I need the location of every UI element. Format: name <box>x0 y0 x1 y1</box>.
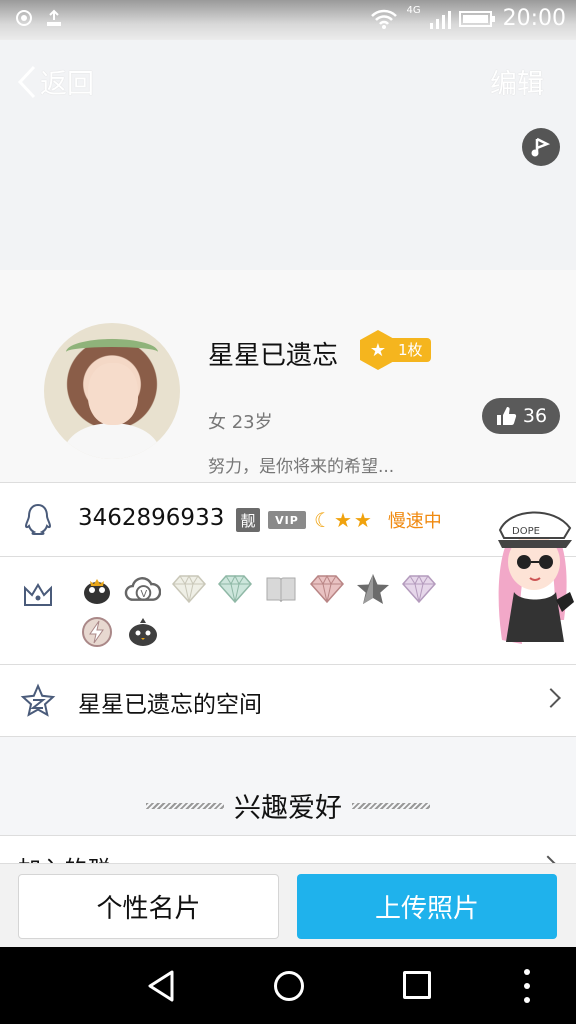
white-diamond-badge-icon[interactable] <box>170 571 207 606</box>
badge-grid: V <box>78 571 458 649</box>
chevron-left-icon <box>17 65 36 98</box>
clock: 20:00 <box>502 6 566 31</box>
qq-badges: 靓 VIP ☾ ★ ★ 慢速中 <box>236 507 442 533</box>
pretty-number-badge: 靓 <box>236 508 260 532</box>
music-button[interactable] <box>522 128 560 166</box>
edit-button[interactable]: 编辑 <box>490 62 544 101</box>
camera-notification-icon <box>16 10 32 26</box>
battery-icon <box>458 10 495 27</box>
signature-text[interactable]: 努力，是你将来的希望... <box>208 452 394 477</box>
medal-count: 1枚 <box>392 338 431 362</box>
like-count: 36 <box>522 405 548 427</box>
gender-age: 女 23岁 <box>208 412 273 433</box>
qq-number: 3462896933 <box>78 505 225 531</box>
profile-section: 星星已遗忘 ★ 1枚 女 23岁 努力，是你将来的希望... 36 <box>0 270 576 482</box>
network-type: 4G <box>406 5 421 16</box>
level-icons: ☾ ★ ★ <box>314 508 372 532</box>
like-button[interactable]: 36 <box>482 398 560 434</box>
medal-badge[interactable]: ★ 1枚 <box>360 330 431 370</box>
interests-heading: 兴趣爱好 <box>0 786 576 825</box>
thumbs-up-icon <box>496 407 517 425</box>
penguin-crown-badge-icon[interactable] <box>78 571 115 606</box>
star-icon: ★ <box>333 508 352 532</box>
lightning-badge-icon[interactable] <box>78 614 115 649</box>
nav-recents-icon[interactable] <box>403 971 431 999</box>
action-bar: 个性名片 上传照片 <box>0 863 576 947</box>
system-nav-bar <box>0 947 576 1024</box>
cartoon-girl-sticker: DOPE <box>498 511 574 644</box>
upload-photo-button[interactable]: 上传照片 <box>297 874 557 939</box>
avatar[interactable] <box>44 323 180 459</box>
speed-status: 慢速中 <box>387 511 442 532</box>
penguin-icon <box>24 503 52 535</box>
joined-groups-row[interactable]: 加入的群 <box>0 835 576 865</box>
star-medal-icon: ★ <box>360 330 396 370</box>
back-button[interactable]: 返回 <box>16 62 94 101</box>
status-right: 4G 20:00 <box>370 5 566 31</box>
svg-text:V: V <box>141 588 148 599</box>
nickname: 星星已遗忘 <box>208 341 339 371</box>
status-left-icons <box>14 8 64 28</box>
signal-icon <box>429 10 451 29</box>
red-diamond-badge-icon[interactable] <box>308 571 345 606</box>
business-card-button[interactable]: 个性名片 <box>18 874 279 939</box>
bird-badge-icon[interactable] <box>124 614 161 649</box>
vip-badge: VIP <box>268 511 306 529</box>
music-note-icon <box>531 137 551 157</box>
status-bar: 4G 20:00 <box>0 0 576 40</box>
star-badge-icon[interactable] <box>354 571 391 606</box>
decorative-hatch <box>146 802 224 809</box>
upload-notification-icon <box>47 9 61 26</box>
interests-title: 兴趣爱好 <box>234 793 342 824</box>
book-badge-icon[interactable] <box>262 571 299 606</box>
cloud-v-badge-icon[interactable]: V <box>124 571 161 606</box>
decorative-hatch <box>352 802 430 809</box>
star-icon: ★ <box>353 508 372 532</box>
nav-menu-icon[interactable] <box>524 969 530 1003</box>
wifi-icon <box>371 9 398 29</box>
nav-home-icon[interactable] <box>274 971 304 1001</box>
qzone-label: 星星已遗忘的空间 <box>78 692 262 718</box>
star-outline-icon <box>20 683 56 717</box>
moon-icon: ☾ <box>314 508 332 532</box>
green-diamond-badge-icon[interactable] <box>216 571 253 606</box>
back-label: 返回 <box>40 69 94 100</box>
qzone-row[interactable]: 星星已遗忘的空间 <box>0 664 576 737</box>
purple-diamond-badge-icon[interactable] <box>400 571 437 606</box>
crown-icon <box>24 583 52 606</box>
svg-text:DOPE: DOPE <box>512 526 540 537</box>
nav-back-icon[interactable] <box>146 969 176 1003</box>
chevron-right-icon <box>541 688 561 708</box>
